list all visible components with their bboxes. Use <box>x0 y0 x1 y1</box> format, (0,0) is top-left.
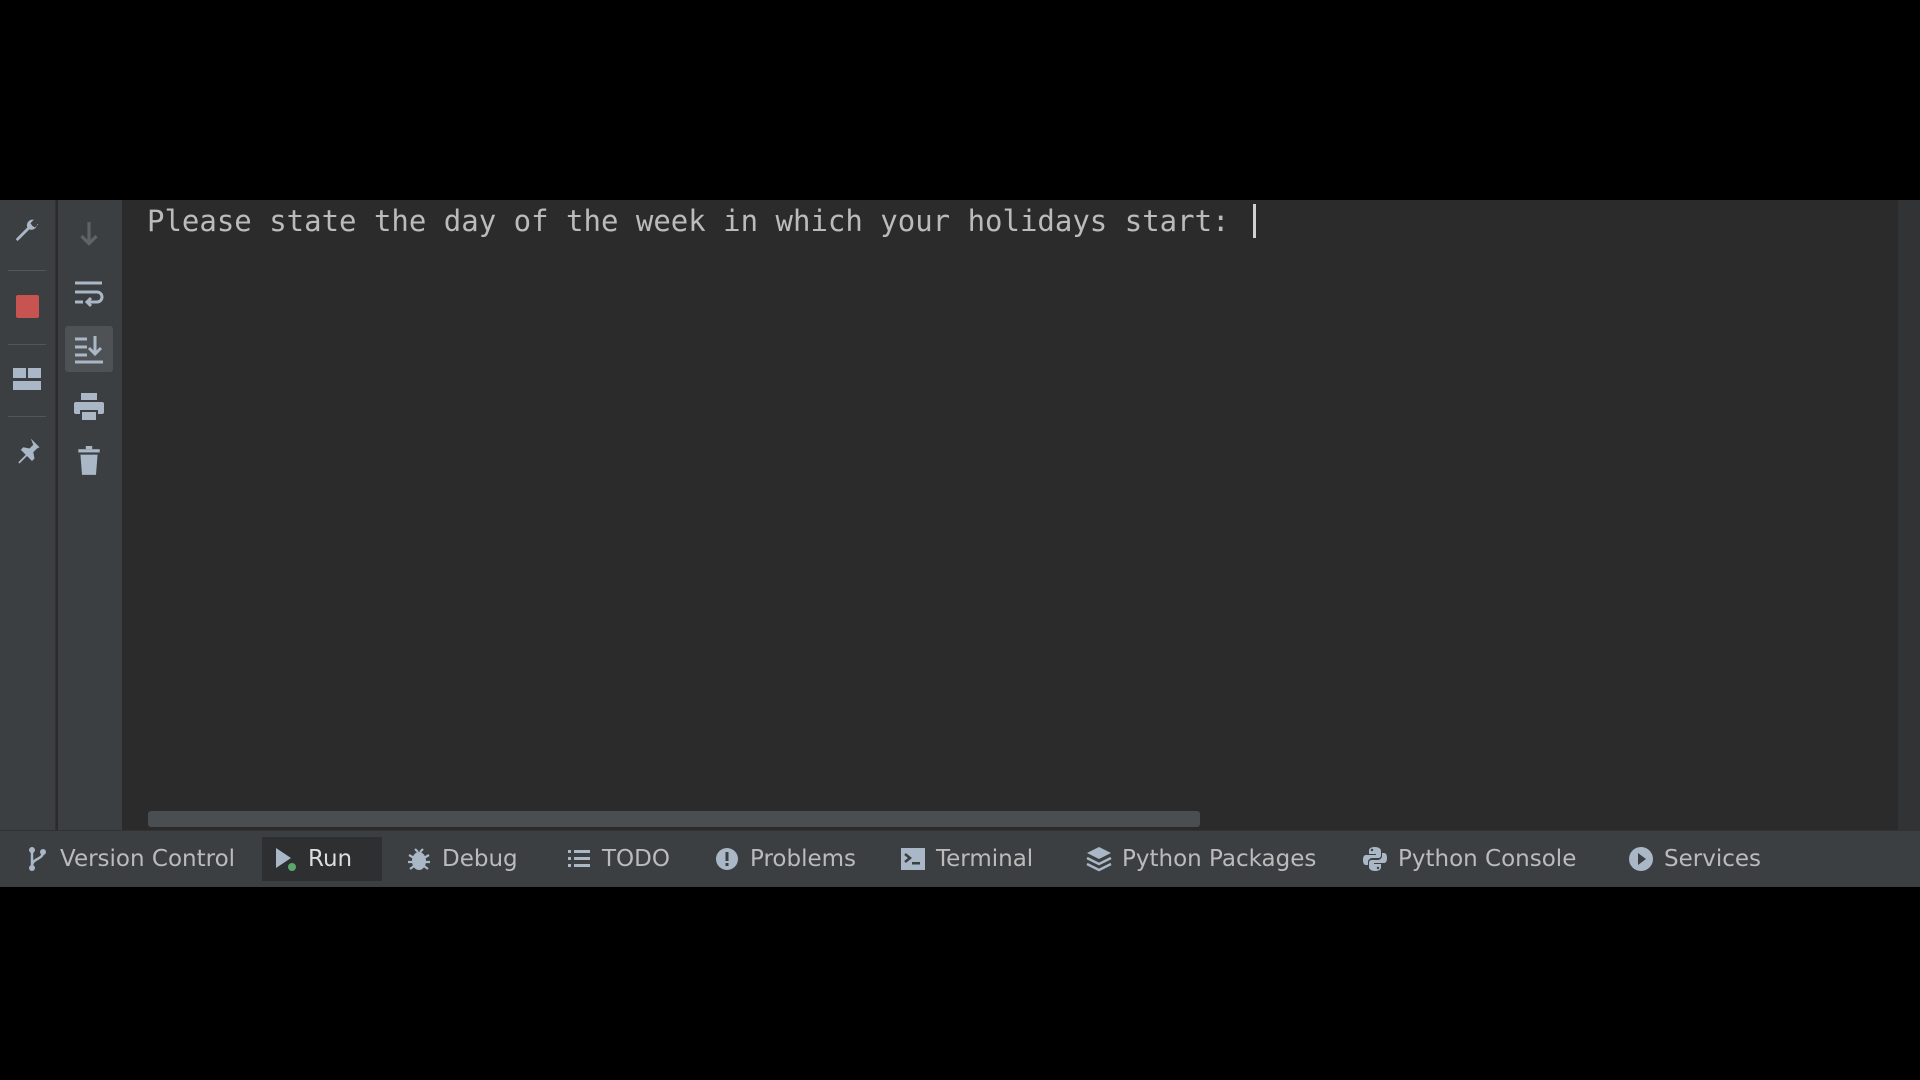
tab-label: Problems <box>750 846 857 872</box>
tab-label: TODO <box>602 846 670 872</box>
console-prompt-text: Please state the day of the week in whic… <box>147 204 1247 238</box>
pin-icon[interactable] <box>8 432 46 470</box>
tab-debug[interactable]: Debug <box>396 837 528 881</box>
tab-python-packages[interactable]: Python Packages <box>1076 837 1326 881</box>
list-icon <box>566 846 592 872</box>
bug-icon <box>406 846 432 872</box>
tab-todo[interactable]: TODO <box>556 837 680 881</box>
layers-icon <box>1086 846 1112 872</box>
tab-terminal[interactable]: Terminal <box>890 837 1043 881</box>
ide-window: Please state the day of the week in whic… <box>0 200 1920 887</box>
stop-icon[interactable] <box>8 287 46 325</box>
wrench-icon[interactable] <box>8 212 46 250</box>
tab-services[interactable]: Services <box>1618 837 1771 881</box>
tab-label: Version Control <box>60 846 236 872</box>
tab-label: Services <box>1664 846 1761 872</box>
soft-wrap-icon[interactable] <box>65 270 113 316</box>
text-cursor <box>1252 204 1256 238</box>
run-left-toolbar <box>0 200 56 830</box>
services-icon <box>1628 846 1654 872</box>
tab-label: Python Console <box>1398 846 1577 872</box>
terminal-icon <box>900 846 926 872</box>
layout-icon[interactable] <box>8 360 46 398</box>
console-prompt-line: Please state the day of the week in whic… <box>147 202 1256 240</box>
console-output[interactable]: Please state the day of the week in whic… <box>123 200 1895 808</box>
python-icon <box>1362 846 1388 872</box>
exclamation-icon <box>714 846 740 872</box>
branch-icon <box>24 846 50 872</box>
trash-icon[interactable] <box>65 438 113 484</box>
run-icon <box>272 846 298 872</box>
tab-label: Debug <box>442 846 518 872</box>
tab-label: Terminal <box>936 846 1034 872</box>
arrow-down-icon[interactable] <box>65 212 113 258</box>
tab-run[interactable]: Run <box>262 837 382 881</box>
scroll-to-end-icon[interactable] <box>65 326 113 372</box>
tab-label: Python Packages <box>1122 846 1317 872</box>
print-icon[interactable] <box>65 384 113 430</box>
horizontal-scrollbar[interactable] <box>148 809 1895 828</box>
tab-label: Run <box>308 846 353 872</box>
vertical-scrollbar[interactable] <box>1898 200 1920 830</box>
tool-window-bar: Version Control Run Debug TODO Problems <box>0 830 1920 887</box>
console-toolbar <box>58 200 122 830</box>
tab-version-control[interactable]: Version Control <box>14 837 245 881</box>
tab-problems[interactable]: Problems <box>704 837 866 881</box>
tab-python-console[interactable]: Python Console <box>1352 837 1586 881</box>
horizontal-scrollbar-thumb[interactable] <box>148 811 1200 827</box>
